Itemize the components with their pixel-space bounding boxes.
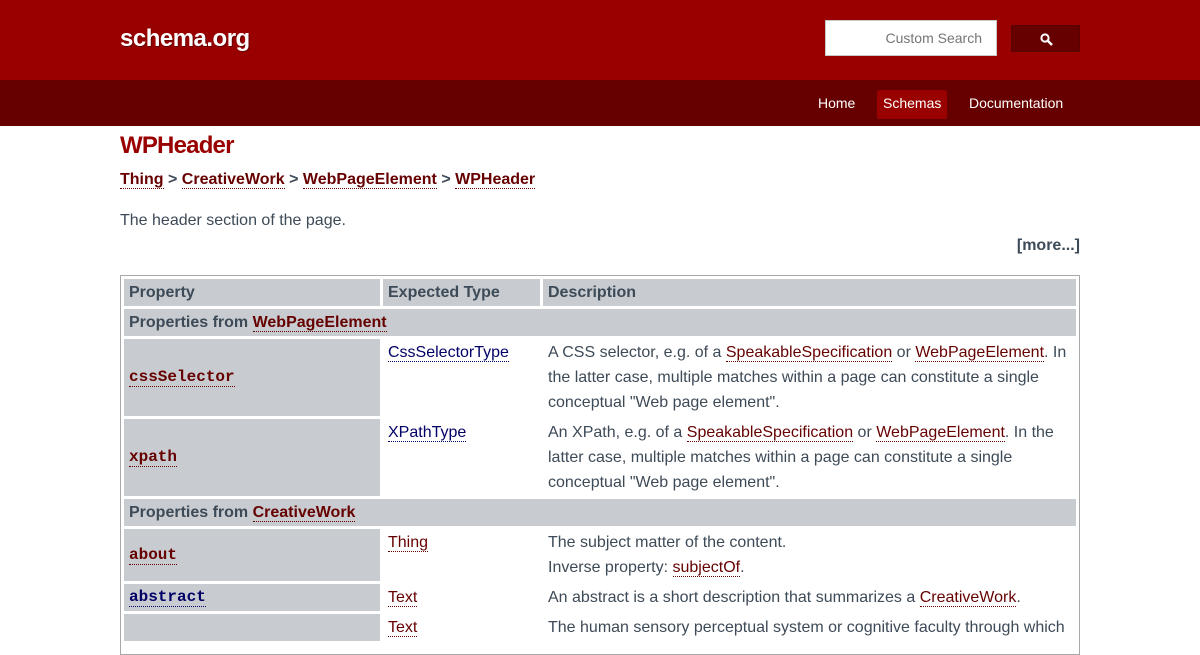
nav-documentation[interactable]: Documentation bbox=[963, 90, 1069, 119]
site-logo[interactable]: schema.org bbox=[120, 25, 250, 53]
type-text[interactable]: Text bbox=[388, 619, 418, 637]
type-thing[interactable]: Thing bbox=[388, 534, 429, 552]
desc-text: or bbox=[892, 344, 916, 361]
group-prefix: Properties from bbox=[129, 504, 253, 521]
link-webpageelement[interactable]: WebPageElement bbox=[876, 424, 1005, 442]
desc-text: . bbox=[1016, 589, 1021, 606]
type-cell: CssSelectorType bbox=[383, 339, 540, 416]
type-cell: Thing bbox=[383, 529, 540, 581]
table-row: xpath XPathType An XPath, e.g. of a Spea… bbox=[124, 419, 1076, 496]
group-link-webpageelement[interactable]: WebPageElement bbox=[252, 314, 387, 332]
properties-table: Property Expected Type Description Prope… bbox=[121, 276, 1079, 644]
desc-text: The human sensory perceptual system or c… bbox=[548, 619, 1065, 636]
desc-text: A CSS selector, e.g. of a bbox=[548, 344, 726, 361]
link-webpageelement[interactable]: WebPageElement bbox=[915, 344, 1045, 362]
table-row: about Thing The subject matter of the co… bbox=[124, 529, 1076, 581]
link-subjectof[interactable]: subjectOf bbox=[672, 559, 741, 577]
type-cssselectortype[interactable]: CssSelectorType bbox=[388, 344, 509, 362]
group-heading: Properties from CreativeWork bbox=[124, 499, 1076, 526]
table-row: abstract Text An abstract is a short des… bbox=[124, 584, 1076, 611]
type-cell: Text bbox=[383, 614, 540, 641]
desc-text: . bbox=[740, 559, 745, 576]
type-cell: Text bbox=[383, 584, 540, 611]
table-row: Text The human sensory perceptual system… bbox=[124, 614, 1076, 641]
header-description: Description bbox=[543, 279, 1076, 306]
description-cell: An abstract is a short description that … bbox=[543, 584, 1076, 611]
description-cell: A CSS selector, e.g. of a SpeakableSpeci… bbox=[543, 339, 1076, 416]
search-icon bbox=[1040, 33, 1053, 46]
desc-text: An XPath, e.g. of a bbox=[548, 424, 687, 441]
nav-home[interactable]: Home bbox=[812, 90, 861, 119]
property-xpath[interactable]: xpath bbox=[129, 448, 178, 467]
group-link-creativework[interactable]: CreativeWork bbox=[252, 504, 356, 522]
property-abstract[interactable]: abstract bbox=[129, 588, 206, 607]
table-header-row: Property Expected Type Description bbox=[124, 279, 1076, 306]
group-heading: Properties from WebPageElement bbox=[124, 309, 1076, 336]
property-cell: abstract bbox=[124, 584, 380, 611]
breadcrumb-separator: > bbox=[168, 171, 178, 188]
more-link[interactable]: [more...] bbox=[1017, 237, 1080, 255]
property-cell: about bbox=[124, 529, 380, 581]
type-xpathtype[interactable]: XPathType bbox=[388, 424, 467, 442]
group-row: Properties from WebPageElement bbox=[124, 309, 1076, 336]
site-header: schema.org bbox=[0, 0, 1200, 80]
link-speakablespecification[interactable]: SpeakableSpecification bbox=[725, 344, 893, 362]
property-cell: cssSelector bbox=[124, 339, 380, 416]
type-text[interactable]: Text bbox=[388, 589, 418, 607]
type-cell: XPathType bbox=[383, 419, 540, 496]
page-title: WPHeader bbox=[120, 132, 234, 159]
header-property: Property bbox=[124, 279, 380, 306]
main-nav: Home Schemas Documentation bbox=[0, 80, 1200, 126]
properties-table-wrapper: Property Expected Type Description Prope… bbox=[120, 275, 1080, 655]
table-row: cssSelector CssSelectorType A CSS select… bbox=[124, 339, 1076, 416]
description-cell: The subject matter of the content. Invers… bbox=[543, 529, 1076, 581]
link-speakablespecification[interactable]: SpeakableSpecification bbox=[686, 424, 854, 442]
desc-text: An abstract is a short description that … bbox=[548, 589, 920, 606]
search-button[interactable] bbox=[1011, 25, 1080, 52]
breadcrumb-webpageelement[interactable]: WebPageElement bbox=[302, 171, 437, 189]
header-expected-type: Expected Type bbox=[383, 279, 540, 306]
breadcrumb-thing[interactable]: Thing bbox=[120, 171, 164, 189]
breadcrumb-separator: > bbox=[289, 171, 299, 188]
group-row: Properties from CreativeWork bbox=[124, 499, 1076, 526]
property-cell: xpath bbox=[124, 419, 380, 496]
breadcrumb-separator: > bbox=[441, 171, 451, 188]
description-cell: An XPath, e.g. of a SpeakableSpecificati… bbox=[543, 419, 1076, 496]
desc-text: or bbox=[853, 424, 877, 441]
inverse-label: Inverse property: bbox=[548, 559, 673, 576]
search-input[interactable] bbox=[825, 20, 997, 56]
desc-text: The subject matter of the content. bbox=[548, 534, 787, 551]
nav-schemas[interactable]: Schemas bbox=[877, 90, 948, 119]
breadcrumb-wpheader[interactable]: WPHeader bbox=[455, 171, 536, 189]
property-cssselector[interactable]: cssSelector bbox=[129, 368, 235, 387]
group-prefix: Properties from bbox=[129, 314, 253, 331]
breadcrumb: Thing > CreativeWork > WebPageElement > … bbox=[120, 171, 536, 189]
type-description: The header section of the page. bbox=[120, 212, 346, 229]
breadcrumb-creativework[interactable]: CreativeWork bbox=[181, 171, 285, 189]
description-cell: The human sensory perceptual system or c… bbox=[543, 614, 1076, 641]
property-cell bbox=[124, 614, 380, 641]
link-creativework[interactable]: CreativeWork bbox=[919, 589, 1017, 607]
property-about[interactable]: about bbox=[129, 545, 178, 565]
